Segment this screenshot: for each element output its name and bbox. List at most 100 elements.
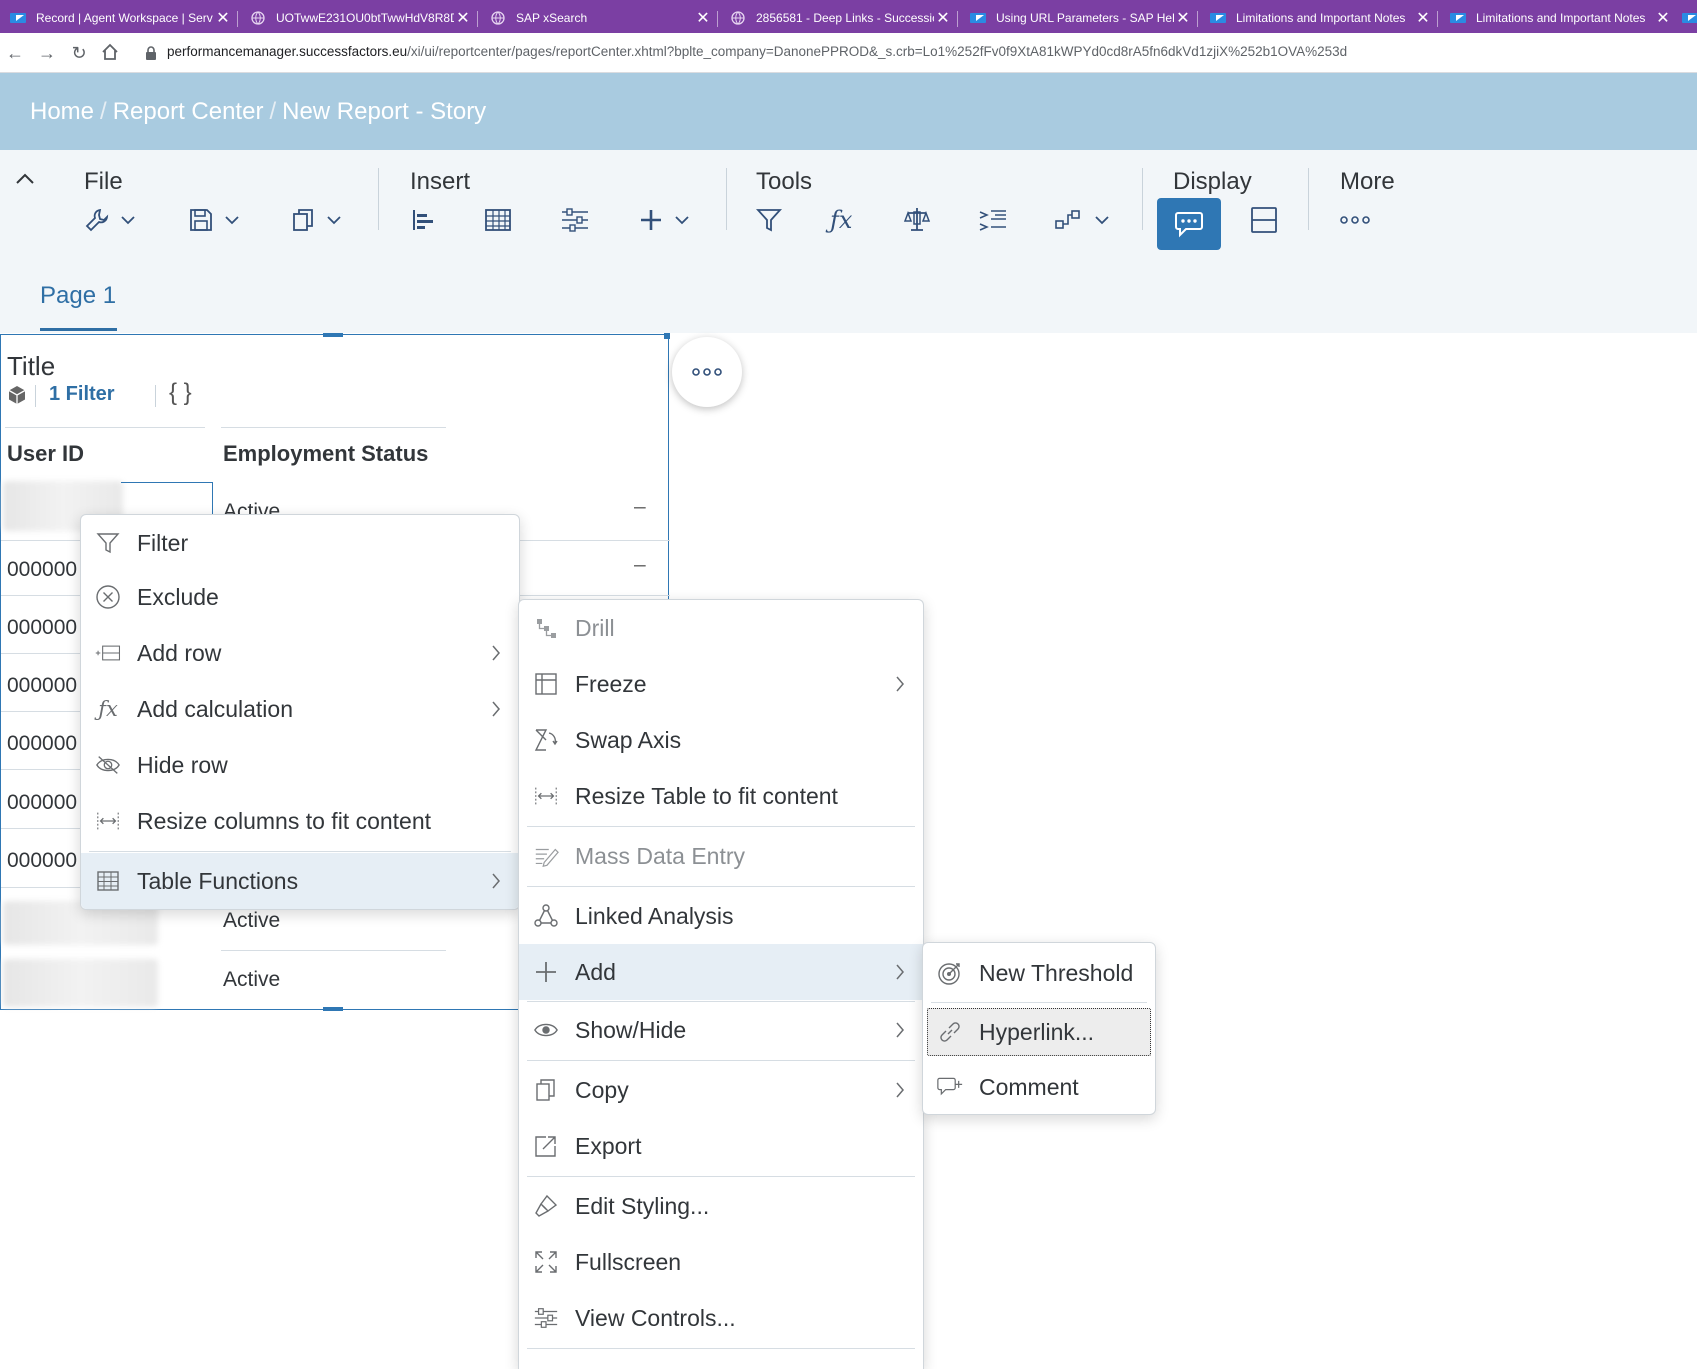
browser-tab[interactable]: 2856581 - Deep Links - Successic ✕ [720, 3, 958, 33]
menu-item-add[interactable]: Add [519, 944, 923, 1000]
breadcrumb-current: New Report - Story [282, 98, 487, 125]
widget-title[interactable]: Title [7, 351, 55, 382]
more-button[interactable] [1340, 198, 1370, 242]
close-icon[interactable]: ✕ [214, 8, 232, 28]
link-nodes-icon [1055, 210, 1080, 229]
sap-favicon-icon [970, 10, 986, 26]
compare-button[interactable] [903, 198, 931, 242]
insert-input-control-button[interactable] [560, 198, 590, 242]
save-button[interactable] [188, 198, 240, 242]
formula-button[interactable]: ƒx [830, 198, 852, 242]
filter-token-link[interactable]: 1 Filter [49, 383, 115, 406]
ellipsis-icon [1340, 216, 1370, 224]
column-header-employment-status[interactable]: Employment Status [223, 441, 428, 467]
browser-tab[interactable]: Using URL Parameters - SAP Help ✕ [960, 3, 1198, 33]
close-icon[interactable]: ✕ [454, 8, 472, 28]
table-cell-user-id[interactable]: 000000 [7, 791, 77, 815]
insert-table-button[interactable] [484, 198, 512, 242]
back-arrow-icon[interactable]: ← [4, 42, 26, 64]
table-cell-user-id[interactable]: 000000 [7, 616, 77, 640]
menu-item-freeze[interactable]: Freeze [519, 658, 923, 710]
comment-mode-button[interactable] [1157, 198, 1221, 250]
variables-icon[interactable]: { } [169, 379, 192, 407]
menu-item-show-hide[interactable]: Show/Hide [519, 1004, 923, 1056]
menu-item-copy[interactable]: Copy [519, 1064, 923, 1116]
menu-item-exclude[interactable]: Exclude [81, 571, 519, 623]
table-cell-user-id[interactable]: 000000 [7, 674, 77, 698]
menu-item-label: Add row [137, 639, 222, 666]
insert-chart-button[interactable] [410, 198, 436, 242]
menu-item-comment[interactable]: Comment [923, 1061, 1155, 1113]
breadcrumb-report-center[interactable]: Report Center [113, 98, 264, 125]
conditional-formatting-button[interactable] [978, 198, 1008, 242]
browser-tab[interactable]: Limitations and Important Notes ✕ [1440, 3, 1678, 33]
wrench-icon [85, 208, 109, 232]
menu-item-resize-columns[interactable]: Resize columns to fit content [81, 795, 519, 847]
context-menu: Filter Exclude Add row ƒx Add calculatio… [80, 514, 520, 910]
menu-item-label: Copy [575, 1076, 629, 1103]
menu-item-export[interactable]: Export [519, 1120, 923, 1172]
browser-tab[interactable]: Limitations and Important Notes ✕ [1200, 3, 1438, 33]
browser-tab[interactable]: UOTwwE231OU0btTwwHdV8R8D ✕ [240, 3, 478, 33]
filter-button[interactable] [756, 198, 782, 242]
chevron-right-icon [895, 675, 905, 693]
menu-item-view-controls[interactable]: View Controls... [519, 1292, 923, 1344]
add-submenu: New Threshold Hyperlink... Comment [922, 942, 1156, 1115]
table-cell-status[interactable]: Active [223, 909, 280, 933]
menu-item-hyperlink[interactable]: Hyperlink... [923, 1005, 1155, 1059]
menu-item-table-functions[interactable]: Table Functions [81, 853, 519, 909]
menu-item-fullscreen[interactable]: Fullscreen [519, 1236, 923, 1288]
brush-icon [533, 1193, 559, 1219]
table-cell-user-id[interactable]: 000000 [7, 849, 77, 873]
close-icon[interactable]: ✕ [694, 8, 712, 28]
menu-item-hide-row[interactable]: Hide row [81, 739, 519, 791]
column-header-user-id[interactable]: User ID [7, 441, 84, 467]
collapse-toolbar-icon[interactable] [14, 172, 36, 186]
widget-more-actions-button[interactable] [672, 337, 742, 407]
browser-tab[interactable]: SAP xSearch ✕ [480, 3, 718, 33]
resize-handle-bottom[interactable] [323, 1007, 343, 1011]
shell-header: Home / Report Center / New Report - Story [0, 73, 1697, 150]
close-icon[interactable]: ✕ [1174, 8, 1192, 28]
menu-item-label: Add [575, 958, 616, 985]
chevron-right-icon [491, 872, 501, 890]
layout-button[interactable] [1250, 198, 1278, 242]
tools-button[interactable] [84, 198, 136, 242]
url-host: performancemanager.successfactors.eu [167, 44, 408, 59]
menu-item-resize-table[interactable]: Resize Table to fit content [519, 770, 923, 822]
resize-handle-top[interactable] [323, 333, 343, 337]
close-icon[interactable]: ✕ [934, 8, 952, 28]
url-field[interactable]: performancemanager.successfactors.eu/xi/… [167, 44, 1347, 59]
table-cell-user-id[interactable]: 000000 [7, 732, 77, 756]
eye-icon [533, 1017, 559, 1043]
browser-tab[interactable]: Record | Agent Workspace | Serv ✕ [0, 3, 238, 33]
menu-item-linked-analysis[interactable]: Linked Analysis [519, 890, 923, 942]
reload-icon[interactable]: ↻ [68, 42, 90, 64]
lock-icon[interactable] [140, 42, 162, 64]
close-icon[interactable]: ✕ [1414, 8, 1432, 28]
plus-icon [641, 210, 661, 230]
insert-more-button[interactable] [638, 198, 690, 242]
menu-item-new-threshold[interactable]: New Threshold [923, 947, 1155, 999]
data-change-button[interactable] [1054, 198, 1110, 242]
menu-item-edit-styling[interactable]: Edit Styling... [519, 1180, 923, 1232]
globe-icon [490, 10, 506, 26]
forward-arrow-icon[interactable]: → [36, 42, 58, 64]
menu-item-add-calculation[interactable]: ƒx Add calculation [81, 683, 519, 735]
table-cell-status[interactable]: Active [223, 968, 280, 992]
browser-tab-overflow[interactable] [1682, 3, 1697, 33]
breadcrumb-home[interactable]: Home [30, 98, 94, 125]
copy-button[interactable] [290, 198, 342, 242]
table-cell-user-id[interactable]: 000000 [7, 558, 77, 582]
menu-item-add-row[interactable]: Add row [81, 627, 519, 679]
mass-data-icon [533, 843, 559, 869]
resize-handle-corner[interactable] [664, 333, 670, 339]
menu-item-filter[interactable]: Filter [81, 517, 519, 569]
home-icon[interactable] [100, 42, 122, 64]
export-icon [533, 1133, 559, 1159]
fx-icon: ƒx [830, 206, 853, 234]
address-bar: ← → ↻ performancemanager.successfactors.… [0, 33, 1697, 73]
menu-item-swap-axis[interactable]: Swap Axis [519, 714, 923, 766]
tab-page-1[interactable]: Page 1 [40, 282, 116, 310]
close-icon[interactable]: ✕ [1654, 8, 1672, 28]
